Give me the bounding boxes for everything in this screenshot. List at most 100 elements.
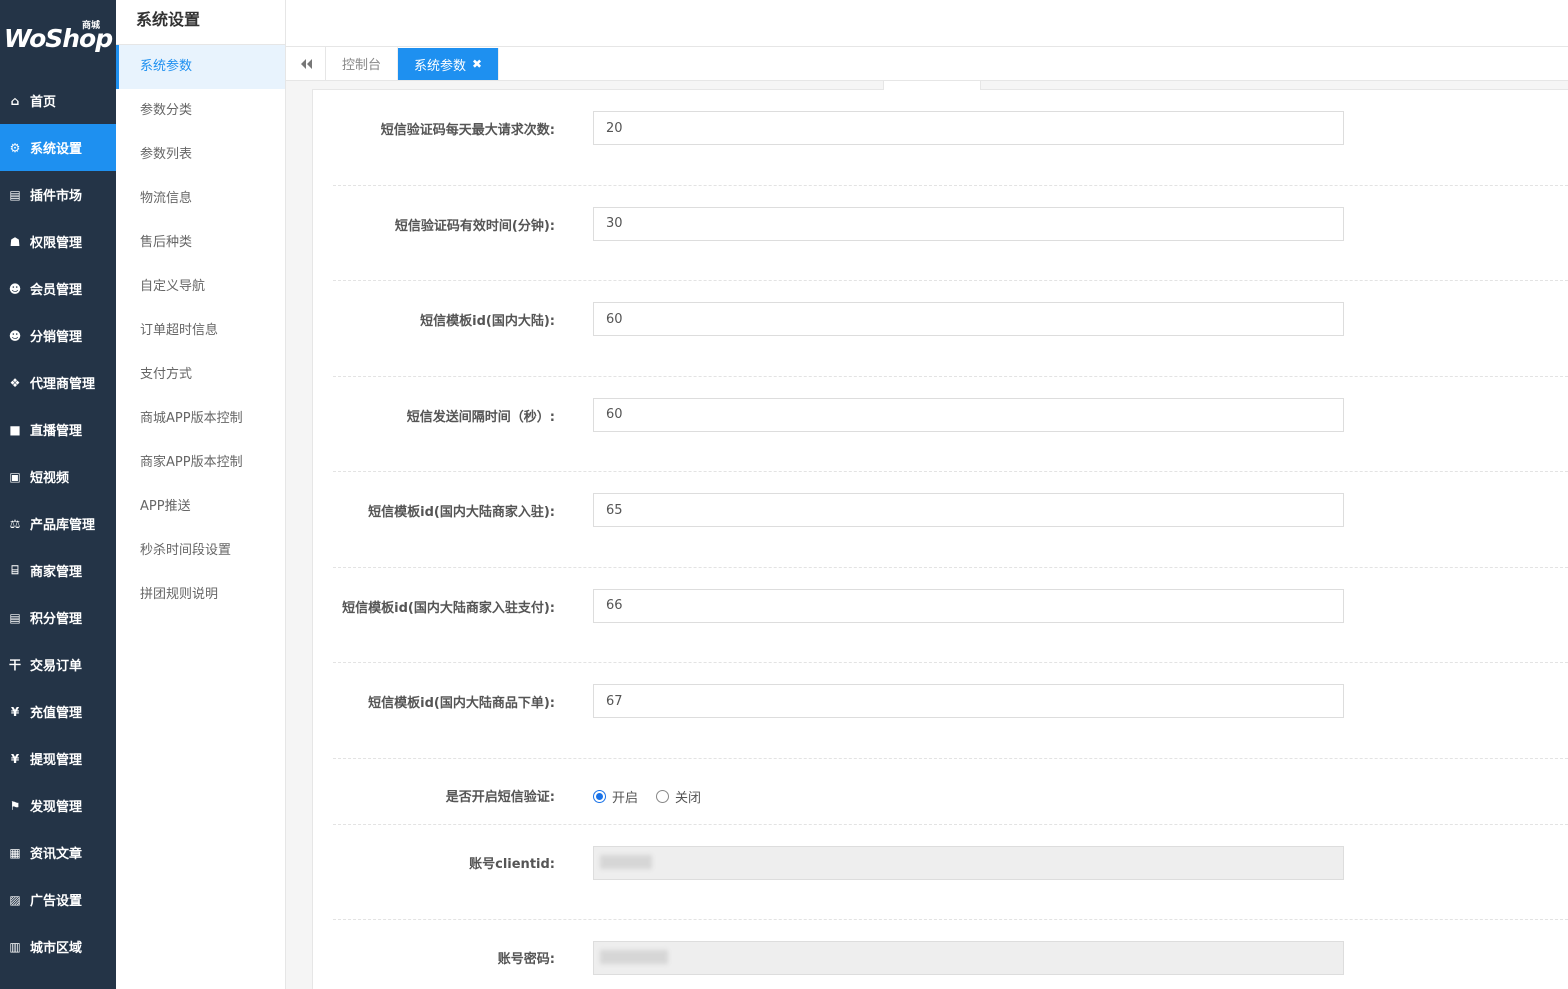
sidebar-item-label: 直播管理 [30,424,83,439]
field-label: 短信验证码每天最大请求次数: [380,123,555,138]
newspaper-icon: ▦ [9,845,21,860]
subnav-item[interactable]: 拼团规则说明 [116,573,285,617]
tab-console[interactable]: 控制台 [326,47,399,80]
gear-icon: ⚙ [9,140,21,155]
sidebar-item[interactable]: ⌂ 首页 [0,77,116,124]
sidebar-item[interactable]: ☗ 权限管理 [0,218,116,265]
form-row: 短信发送间隔时间（秒）: [333,377,1568,472]
sidebar-item[interactable]: ¥ 提现管理 [0,735,116,782]
logo-subtext: 商城 [81,21,100,31]
sidebar-item-label: 插件市场 [30,189,83,204]
field-input[interactable] [593,206,1344,241]
form-row: 短信验证码有效时间(分钟): [333,186,1568,281]
yen-icon: ¥ [10,751,20,766]
field-label: 短信发送间隔时间（秒）: [406,409,555,425]
field-label: 短信模板id(国内大陆): [420,314,555,329]
field-label: 短信模板id(国内大陆商品下单): [368,696,555,711]
sidebar-item-label: 充值管理 [30,706,83,721]
field-input[interactable] [593,397,1344,432]
order-icon: 干 [8,658,21,672]
form-row: 短信模板id(国内大陆商品下单): [333,663,1568,759]
subnav-item[interactable]: 售后种类 [116,221,285,265]
redacted-value [600,854,652,869]
subnav-item[interactable]: 参数列表 [116,133,285,177]
subnav-item[interactable]: 商家APP版本控制 [116,441,285,485]
video-icon: ■ [9,422,21,437]
field-input[interactable] [593,684,1344,718]
sidebar-item[interactable]: ▤ 插件市场 [0,171,116,218]
subnav-item[interactable]: 物流信息 [116,177,285,221]
field-input[interactable] [593,588,1344,623]
sms-verify-radio-group: 开启 关闭 [593,787,719,806]
form-row: 短信模板id(国内大陆商家入驻支付): [333,568,1568,663]
subnav-item[interactable]: 支付方式 [116,353,285,397]
radio-label: 开启 [612,790,639,806]
main-sidebar: WoShop 商城 ⌂ 首页 ⚙ 系统设置 ▤ 插件市场 ☗ 权限管理 ☻ 会员管理 ☻ 分销管理 ❖ 代… [0,0,116,989]
sidebar-item-label: 积分管理 [30,612,83,627]
sidebar-item[interactable]: ⚖ 产品库管理 [0,500,116,547]
subnav-item[interactable]: 参数分类 [116,89,285,133]
sidebar-item-label: 会员管理 [30,283,83,298]
subnav-item[interactable]: APP推送 [116,485,285,529]
radio-enable[interactable] [593,789,606,803]
field-input[interactable] [593,493,1344,527]
subnav-item[interactable]: 订单超时信息 [116,309,285,353]
sidebar-item[interactable]: ¥ 充值管理 [0,688,116,735]
client-id-field[interactable] [593,845,1344,880]
sidebar-item[interactable]: ▨ 广告设置 [0,876,116,923]
plugin-icon: ▤ [9,187,21,202]
radio-disable[interactable] [656,789,670,803]
sidebar-item-label: 商家管理 [30,565,83,580]
sidebar-item-label: 城市区域 [30,941,83,956]
subnav-title: 系统设置 [116,0,285,45]
field-label: 短信模板id(国内大陆商家入驻支付): [342,600,555,616]
tab-bar: 控制台 系统参数 ✖ [286,47,1568,81]
radio-label: 关闭 [675,790,702,806]
sidebar-item-label: 提现管理 [30,753,83,768]
form-row-account-password: 账号密码: [333,920,1568,989]
sidebar-item[interactable]: ⌸ 商家管理 [0,547,116,594]
sidebar-item-label: 代理商管理 [30,377,96,392]
field-input[interactable] [593,111,1344,145]
sidebar-item[interactable]: ▤ 积分管理 [0,594,116,641]
bank-icon: ⌸ [11,563,19,577]
logo[interactable]: WoShop 商城 [0,0,116,77]
sidebar-item-label: 系统设置 [30,142,83,157]
sidebar-item-label: 广告设置 [30,894,83,909]
form-row-sms-verify: 是否开启短信验证: 开启 关闭 [333,759,1568,825]
subnav-item[interactable]: 自定义导航 [116,265,285,309]
sidebar-item[interactable]: ☻ 会员管理 [0,265,116,312]
sidebar-item[interactable]: ⚙ 系统设置 [0,124,116,171]
sidebar-item[interactable]: ■ 直播管理 [0,406,116,453]
subnav-item[interactable]: 商城APP版本控制 [116,397,285,441]
sidebar-item[interactable]: ▦ 资讯文章 [0,829,116,876]
sidebar-item-label: 权限管理 [30,236,83,251]
flag-icon: ⚑ [9,798,21,813]
tab-system-params[interactable]: 系统参数 ✖ [398,48,500,80]
subnav-list: 系统参数 参数分类 参数列表 物流信息 售后种类 自定义导航 订单超时信息 支付方式 商城APP… [116,45,285,617]
account-password-field[interactable] [593,941,1344,975]
form-row: 短信模板id(国内大陆商家入驻): [333,472,1568,568]
panel-tab-edge [883,81,981,90]
double-chevron-left-icon[interactable] [286,47,326,80]
sidebar-item[interactable]: ▥ 城市区域 [0,923,116,970]
sidebar-item[interactable]: ▣ 短视频 [0,453,116,500]
map-icon: ▥ [9,939,21,954]
sidebar-item[interactable]: ⚑ 发现管理 [0,782,116,829]
sidebar-item[interactable]: ❖ 代理商管理 [0,359,116,406]
sidebar-item[interactable]: 干交易订单 [0,641,116,688]
app-root: WoShop 商城 ⌂ 首页 ⚙ 系统设置 ▤ 插件市场 ☗ 权限管理 ☻ 会员管理 ☻ 分销管理 ❖ 代… [0,0,1568,989]
subnav-item[interactable]: 秒杀时间段设置 [116,529,285,573]
close-icon[interactable]: ✖ [472,57,482,71]
sidebar-item-label: 分销管理 [30,330,83,345]
redacted-value [600,950,668,964]
group-icon: ☻ [8,328,22,343]
home-icon: ⌂ [10,93,20,108]
users-icon: ☻ [8,281,22,296]
subnav-item[interactable]: 系统参数 [116,45,285,89]
field-label: 短信模板id(国内大陆商家入驻): [368,505,555,520]
field-input[interactable] [593,302,1344,336]
sidebar-item[interactable]: ☻ 分销管理 [0,312,116,359]
tab-label: 控制台 [342,58,382,73]
sidebar-item-label: 交易订单 [30,659,83,674]
